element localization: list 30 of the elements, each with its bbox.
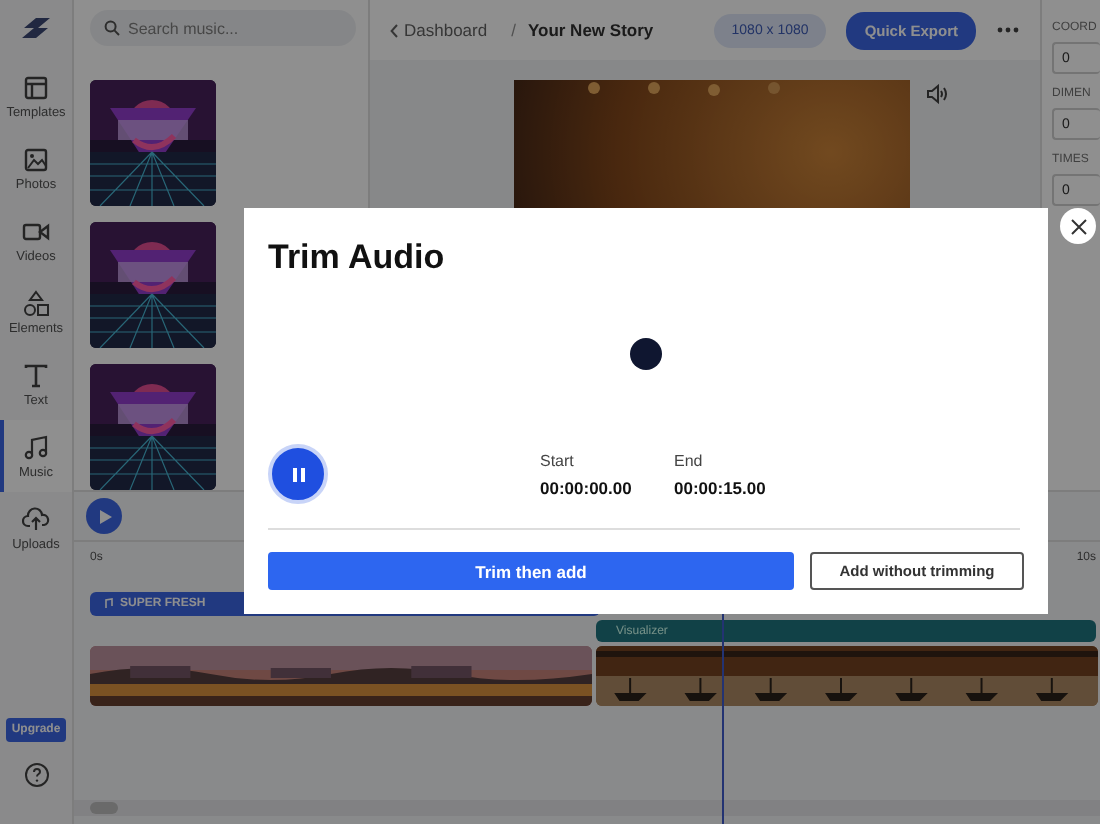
more-icon[interactable]	[996, 26, 1020, 34]
search-icon	[104, 20, 120, 36]
close-icon	[1069, 217, 1087, 235]
dialog-title: Trim Audio	[268, 236, 447, 280]
cloud-upload-icon	[22, 505, 50, 533]
start-time: 00:00:00.00	[540, 477, 634, 497]
end-time: 00:00:15.00	[674, 477, 768, 497]
trim-button[interactable]: Trim then add	[268, 552, 794, 590]
layout-icon	[22, 73, 50, 101]
text-icon	[22, 361, 50, 389]
image-icon	[22, 145, 50, 173]
end-label: End	[674, 451, 705, 469]
project-title: Your New Story	[527, 20, 654, 40]
music-note-icon	[102, 598, 114, 610]
play-button[interactable]	[86, 498, 122, 534]
search-field[interactable]: Search music...	[90, 10, 356, 46]
play-icon	[97, 509, 111, 523]
scrollbar[interactable]	[74, 800, 1100, 816]
speaker-icon[interactable]	[926, 84, 948, 104]
pause-icon	[289, 465, 307, 483]
breadcrumb-separator: /	[511, 20, 516, 40]
help-icon[interactable]	[23, 762, 49, 788]
back-link[interactable]: Dashboard	[390, 20, 488, 40]
shapes-icon	[22, 289, 50, 317]
logo-icon[interactable]	[20, 16, 52, 40]
pause-button[interactable]	[268, 444, 328, 504]
chevron-left-icon	[390, 23, 398, 37]
loading-dot	[630, 338, 662, 370]
music-note-icon	[22, 433, 50, 461]
start-label: Start	[540, 451, 576, 469]
